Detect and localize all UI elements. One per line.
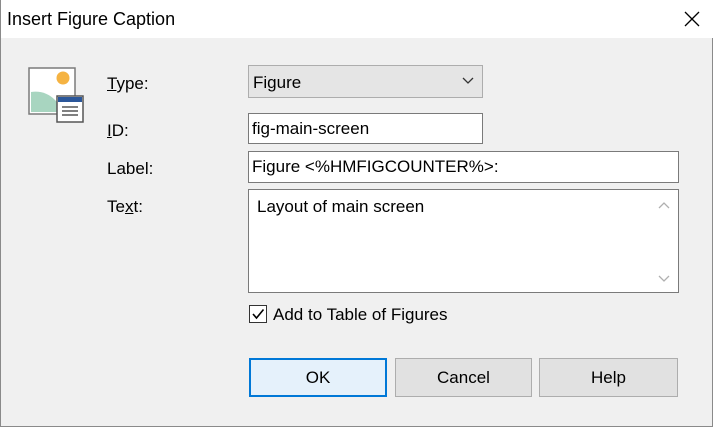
type-dropdown[interactable]: Figure: [248, 65, 483, 98]
label-label: Label:: [107, 159, 154, 178]
scroll-up-icon[interactable]: [658, 200, 670, 210]
id-field[interactable]: fig-main-screen: [248, 113, 483, 144]
title-bar: Insert Figure Caption: [1, 0, 714, 38]
label-field[interactable]: Figure <%HMFIGCOUNTER%>:: [248, 151, 679, 183]
add-to-table-checkbox[interactable]: [249, 305, 267, 323]
scroll-down-icon[interactable]: [658, 274, 670, 284]
add-to-table-label[interactable]: Add to Table of Figures: [273, 305, 448, 325]
close-button[interactable]: [669, 0, 714, 38]
ok-button[interactable]: OK: [249, 358, 387, 397]
chevron-down-icon: [462, 77, 474, 84]
caption-text-value: Layout of main screen: [257, 197, 425, 216]
help-button[interactable]: Help: [539, 358, 678, 397]
text-label: Text:: [107, 197, 143, 216]
figure-caption-icon: [28, 67, 84, 123]
dialog-title: Insert Figure Caption: [7, 9, 176, 29]
checkmark-icon: [252, 308, 265, 320]
insert-figure-caption-dialog: Insert Figure Caption Type: Figure ID: f…: [0, 0, 714, 427]
type-dropdown-value: Figure: [253, 73, 302, 92]
id-label: ID:: [107, 121, 129, 140]
cancel-button[interactable]: Cancel: [395, 358, 532, 397]
close-icon: [684, 11, 700, 27]
type-label: Type:: [107, 74, 149, 93]
caption-text-area[interactable]: Layout of main screen: [248, 189, 679, 293]
